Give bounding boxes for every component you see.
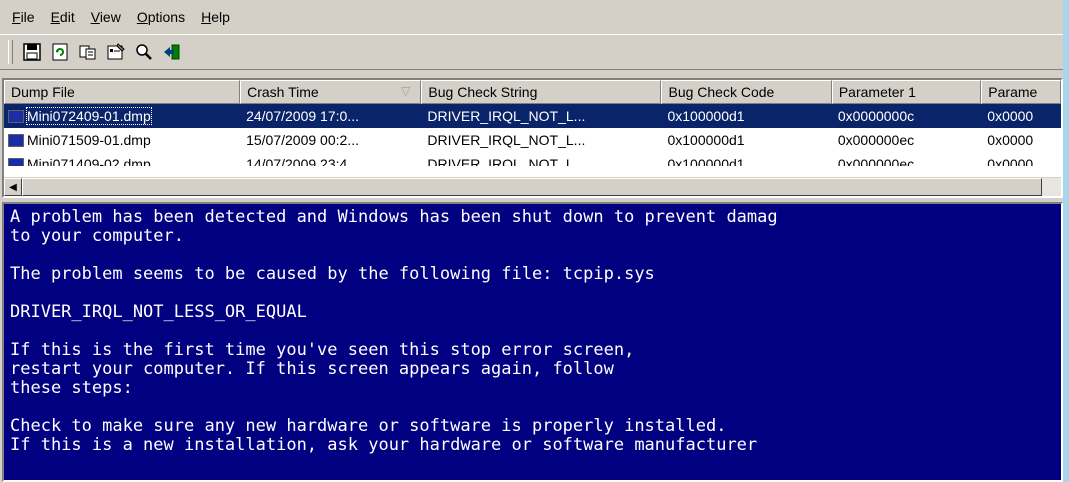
crash-list[interactable]: Dump File Crash Time ▽ Bug Check String B…: [2, 78, 1063, 198]
cell-bug-check-code: 0x100000d1: [667, 108, 745, 124]
toolbar: [0, 34, 1063, 70]
menu-view[interactable]: View: [83, 9, 129, 25]
cell-parameter-2: 0x0000: [987, 108, 1034, 124]
column-header-parameter-1[interactable]: Parameter 1: [831, 80, 982, 104]
cell-crash-time: 14/07/2009 23:4...: [246, 156, 359, 166]
exit-icon[interactable]: [159, 39, 185, 65]
horizontal-scrollbar[interactable]: ◀: [4, 177, 1061, 196]
cell-bug-check-code: 0x100000d1: [667, 132, 745, 148]
menu-file[interactable]: File: [4, 9, 43, 25]
find-icon[interactable]: [131, 39, 157, 65]
dump-file-icon: [8, 110, 24, 123]
bsod-line: [10, 322, 1061, 341]
bsod-preview-pane: A problem has been detected and Windows …: [2, 202, 1063, 482]
bsod-line: The problem seems to be caused by the fo…: [10, 264, 655, 284]
cell-bug-check-code: 0x100000d1: [667, 156, 745, 166]
menu-bar: File Edit View Options Help: [0, 0, 1063, 34]
toolbar-grip[interactable]: [8, 40, 13, 64]
copy-icon[interactable]: [75, 39, 101, 65]
bsod-line: A problem has been detected and Windows …: [10, 207, 778, 227]
cell-dump-file: Mini071509-01.dmp: [4, 128, 240, 152]
cell-dump-file: Mini071409-02.dmp: [4, 152, 240, 166]
bsod-line: to your computer.: [10, 226, 184, 246]
column-header-parameter-2[interactable]: Parame: [981, 80, 1061, 104]
refresh-icon[interactable]: [47, 39, 73, 65]
cell-bug-check-string: DRIVER_IRQL_NOT_L...: [427, 108, 586, 124]
menu-help[interactable]: Help: [193, 9, 238, 25]
menu-edit[interactable]: Edit: [43, 9, 83, 25]
save-icon[interactable]: [19, 39, 45, 65]
bsod-line: [10, 398, 1061, 417]
column-header-dump-file[interactable]: Dump File: [4, 80, 241, 104]
column-header-bug-check-string[interactable]: Bug Check String: [421, 80, 662, 104]
cell-parameter-1: 0x000000ec: [837, 132, 915, 148]
properties-icon[interactable]: [103, 39, 129, 65]
bsod-line: If this is a new installation, ask your …: [10, 435, 758, 455]
bluescreenview-window: File Edit View Options Help Dump File Cr…: [0, 0, 1063, 482]
cell-bug-check-string: DRIVER_IRQL_NOT_L...: [427, 156, 586, 166]
bsod-line: If this is the first time you've seen th…: [10, 340, 635, 360]
bsod-line: [10, 284, 1061, 303]
dump-file-icon: [8, 134, 24, 147]
table-row[interactable]: Mini072409-01.dmp 24/07/2009 17:0... DRI…: [4, 104, 1061, 128]
cell-bug-check-string: DRIVER_IRQL_NOT_L...: [427, 132, 586, 148]
cell-parameter-2: 0x0000: [987, 156, 1034, 166]
scrollbar-thumb[interactable]: [22, 178, 1042, 196]
cell-parameter-1: 0x0000000c: [837, 108, 915, 124]
table-row[interactable]: Mini071509-01.dmp 15/07/2009 00:2... DRI…: [4, 128, 1061, 152]
bsod-line: Check to make sure any new hardware or s…: [10, 416, 727, 436]
scroll-left-arrow-icon[interactable]: ◀: [4, 178, 22, 196]
cell-crash-time: 15/07/2009 00:2...: [246, 132, 359, 148]
list-header: Dump File Crash Time ▽ Bug Check String B…: [4, 80, 1061, 104]
bsod-line: restart your computer. If this screen ap…: [10, 359, 614, 379]
cell-parameter-2: 0x0000: [987, 132, 1034, 148]
sort-descending-icon: ▽: [401, 84, 411, 98]
menu-options[interactable]: Options: [129, 9, 193, 25]
column-header-bug-check-code[interactable]: Bug Check Code: [661, 80, 832, 104]
background-strip: [1063, 0, 1069, 482]
cell-dump-file: Mini072409-01.dmp: [4, 104, 240, 128]
bsod-line: DRIVER_IRQL_NOT_LESS_OR_EQUAL: [10, 302, 307, 322]
column-header-crash-time[interactable]: Crash Time ▽: [240, 80, 422, 104]
bsod-line: [10, 246, 1061, 265]
table-row[interactable]: Mini071409-02.dmp 14/07/2009 23:4... DRI…: [4, 152, 1061, 166]
dump-file-icon: [8, 158, 24, 166]
cell-parameter-1: 0x000000ec: [837, 156, 915, 166]
cell-crash-time: 24/07/2009 17:0...: [246, 108, 359, 124]
bsod-line: these steps:: [10, 378, 133, 398]
